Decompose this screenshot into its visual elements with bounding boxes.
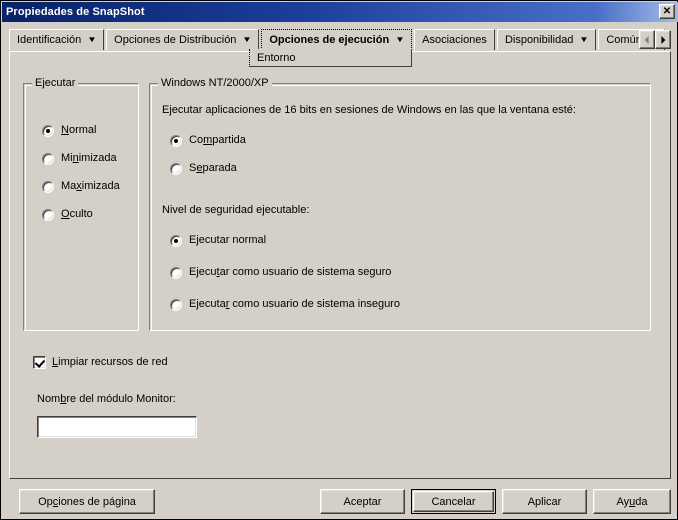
- properties-dialog: Propiedades de SnapShot ✕ Identificación…: [0, 0, 678, 520]
- radio-ejecutar-normal[interactable]: Normal: [42, 124, 96, 137]
- titlebar-button-group: ✕: [659, 4, 675, 19]
- checkbox-label: Limpiar recursos de red: [52, 356, 168, 368]
- radio-indicator: [170, 299, 182, 311]
- tab-label: Común: [606, 34, 642, 46]
- tab-opciones-de-ejecucion[interactable]: Opciones de ejecución ▼: [261, 29, 413, 50]
- radio-seguridad-usuario-seguro[interactable]: Ejecutar como usuario de sistema seguro: [170, 266, 391, 279]
- radio-label: Compartida: [189, 134, 246, 146]
- chevron-down-icon: ▼: [242, 35, 253, 44]
- tab-label: Identificación: [17, 34, 82, 46]
- radio-ejecutar-maximizada[interactable]: Maximizada: [42, 180, 120, 193]
- cancel-button[interactable]: Cancelar: [411, 489, 496, 514]
- button-label: Opciones de página: [38, 495, 136, 508]
- radio-indicator: [170, 163, 182, 175]
- tab-label: Opciones de Distribución: [114, 34, 237, 46]
- tab-subitem-label: Entorno: [257, 51, 296, 64]
- group-windows-nt-title: Windows NT/2000/XP: [158, 77, 272, 89]
- arrow-left-icon: [644, 35, 649, 44]
- group-windows-nt: Windows NT/2000/XP Ejecutar aplicaciones…: [149, 77, 651, 331]
- radio-indicator: [42, 209, 54, 221]
- tab-scroll-right-button[interactable]: [655, 30, 671, 49]
- group-ejecutar-title: Ejecutar: [32, 77, 79, 89]
- tab-scroll-buttons: [639, 30, 671, 49]
- radio-indicator: [42, 153, 54, 165]
- tab-identificacion[interactable]: Identificación ▼: [9, 29, 105, 50]
- radio-label: Normal: [61, 124, 97, 136]
- radio-indicator: [170, 267, 182, 279]
- checkbox-indicator: [33, 356, 46, 369]
- radio-label: Maximizada: [61, 180, 120, 192]
- radio-ventana-compartida[interactable]: Compartida: [170, 134, 246, 147]
- tab-label: Disponibilidad: [504, 34, 574, 46]
- tab-disponibilidad[interactable]: Disponibilidad ▼: [496, 29, 597, 50]
- radio-ejecutar-oculto[interactable]: Oculto: [42, 208, 93, 221]
- radio-label: Ejecutar como usuario de sistema seguro: [189, 266, 392, 278]
- radio-label: Minimizada: [61, 152, 117, 164]
- chevron-down-icon: ▼: [87, 35, 98, 44]
- tab-row: Identificación ▼ Opciones de Distribució…: [9, 29, 667, 51]
- chevron-down-icon: ▼: [579, 35, 590, 44]
- chevron-down-icon: ▼: [395, 34, 406, 44]
- radio-ventana-separada[interactable]: Separada: [170, 162, 237, 175]
- group-ejecutar: Ejecutar Normal Minimizada Maximizada Oc…: [23, 77, 139, 331]
- close-icon: ✕: [662, 6, 672, 17]
- radio-ejecutar-minimizada[interactable]: Minimizada: [42, 152, 117, 165]
- radio-label: Ejecutar como usuario de sistema insegur…: [189, 298, 400, 310]
- ok-button[interactable]: Aceptar: [320, 489, 405, 514]
- radio-indicator: [42, 125, 54, 137]
- button-label: Ayuda: [616, 495, 648, 508]
- tab-label: Asociaciones: [422, 34, 487, 46]
- arrow-right-icon: [661, 35, 666, 44]
- radio-indicator: [170, 135, 182, 147]
- dialog-footer: Opciones de página Aceptar Cancelar Apli…: [2, 483, 678, 520]
- label-nombre-modulo-monitor: Nombre del módulo Monitor:: [37, 393, 176, 405]
- button-label: Aplicar: [527, 495, 562, 508]
- radio-indicator: [170, 235, 182, 247]
- button-label: Cancelar: [413, 491, 494, 512]
- close-button[interactable]: ✕: [659, 4, 675, 19]
- radio-label: Oculto: [61, 208, 93, 220]
- radio-label: Separada: [189, 162, 237, 174]
- tab-label: Opciones de ejecución: [269, 33, 390, 46]
- tab-scroll-left-button[interactable]: [639, 30, 655, 49]
- apply-button[interactable]: Aplicar: [502, 489, 587, 514]
- tab-subitem-entorno[interactable]: Entorno: [249, 49, 412, 67]
- tab-asociaciones[interactable]: Asociaciones: [414, 29, 495, 50]
- monitor-module-input[interactable]: [38, 417, 196, 437]
- help-button[interactable]: Ayuda: [593, 489, 671, 514]
- radio-indicator: [42, 181, 54, 193]
- label-window-state-prompt: Ejecutar aplicaciones de 16 bits en sesi…: [162, 104, 576, 116]
- title-bar: Propiedades de SnapShot ✕: [2, 2, 678, 22]
- label-security-prompt: Nivel de seguridad ejecutable:: [162, 204, 310, 216]
- window-title: Propiedades de SnapShot: [6, 6, 145, 18]
- radio-seguridad-ejecutar-normal[interactable]: Ejecutar normal: [170, 234, 266, 247]
- monitor-module-field-wrapper: [37, 416, 197, 438]
- radio-label: Ejecutar normal: [189, 234, 267, 246]
- checkbox-limpiar-recursos-de-red[interactable]: Limpiar recursos de red: [33, 356, 168, 369]
- tab-opciones-de-distribucion[interactable]: Opciones de Distribución ▼: [106, 29, 260, 50]
- page-options-button[interactable]: Opciones de página: [19, 489, 155, 514]
- radio-seguridad-usuario-inseguro[interactable]: Ejecutar como usuario de sistema insegur…: [170, 298, 400, 311]
- button-label: Aceptar: [343, 495, 382, 508]
